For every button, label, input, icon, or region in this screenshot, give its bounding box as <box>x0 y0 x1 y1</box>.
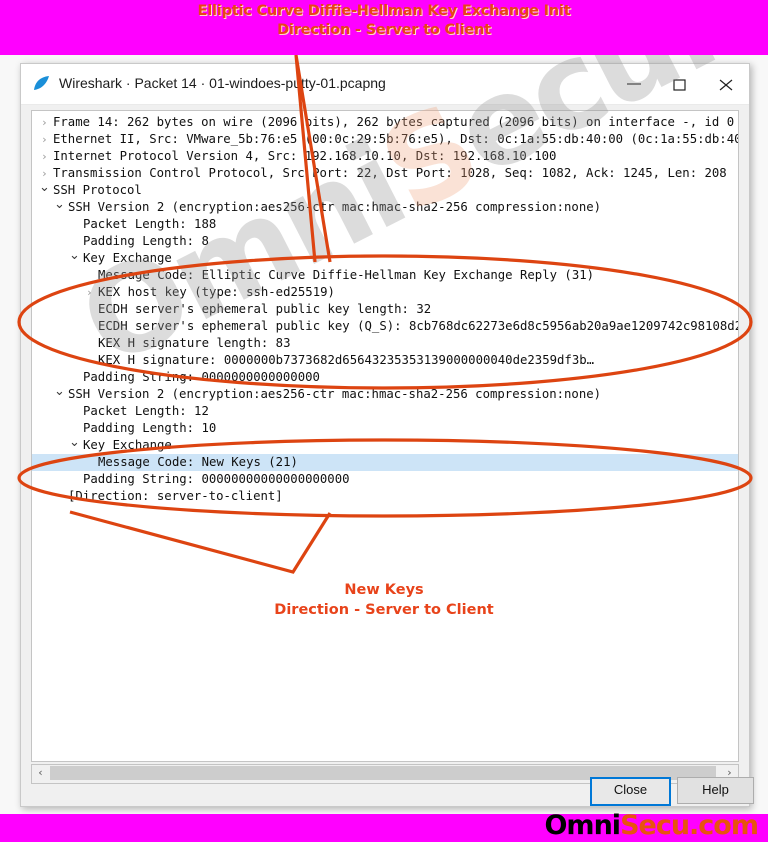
packet-tree-row-label: Packet Length: 188 <box>83 217 217 231</box>
packet-tree-row[interactable]: ⌄ Key Exchange <box>32 436 738 454</box>
packet-tree-row[interactable]: Packet Length: 188 <box>32 216 738 233</box>
wireshark-fin-icon <box>34 76 49 90</box>
footer-logo-secu: Secu.com <box>620 810 759 841</box>
packet-detail-pane[interactable]: › Frame 14: 262 bytes on wire (2096 bits)… <box>31 110 739 762</box>
chevron-right-icon[interactable]: › <box>38 114 51 131</box>
packet-tree-row-label: [Direction: server-to-client] <box>68 489 283 503</box>
packet-tree-row[interactable]: ⌄ SSH Version 2 (encryption:aes256-ctr ma… <box>32 198 738 216</box>
packet-tree-row-label: Key Exchange <box>83 438 172 452</box>
chevron-down-icon[interactable]: ⌄ <box>53 198 66 211</box>
packet-tree-row[interactable]: Padding Length: 10 <box>32 420 738 437</box>
chevron-down-icon[interactable]: ⌄ <box>68 249 81 262</box>
packet-tree-row-label: Packet Length: 12 <box>83 404 209 418</box>
packet-tree-row[interactable]: Packet Length: 12 <box>32 403 738 420</box>
scroll-left-arrow-icon[interactable]: ‹ <box>32 765 49 781</box>
chevron-down-icon[interactable]: ⌄ <box>38 181 51 194</box>
bottom-annotation-line-1: New Keys <box>344 582 424 598</box>
packet-tree-row-label: Internet Protocol Version 4, Src: 192.16… <box>53 149 557 163</box>
packet-tree-row-label: Frame 14: 262 bytes on wire (2096 bits),… <box>53 115 735 129</box>
minimize-icon <box>627 83 641 85</box>
window-titlebar: Wireshark · Packet 14 · 01-windoes-putty… <box>21 64 749 105</box>
packet-tree-row[interactable]: › Internet Protocol Version 4, Src: 192.1… <box>32 148 738 165</box>
packet-tree-row[interactable]: › Ethernet II, Src: VMware_5b:76:e5 (00:0… <box>32 131 738 148</box>
packet-tree-row-label: KEX host key (type: ssh-ed25519) <box>98 285 335 299</box>
packet-tree-row-label: Transmission Control Protocol, Src Port:… <box>53 166 727 180</box>
packet-tree-row[interactable]: KEX H signature length: 83 <box>32 335 738 352</box>
chevron-right-icon[interactable]: › <box>83 284 96 301</box>
packet-detail-tree: › Frame 14: 262 bytes on wire (2096 bits)… <box>32 114 738 505</box>
packet-tree-row[interactable]: ECDH server's ephemeral public key (Q_S)… <box>32 318 738 335</box>
bottom-annotation-line-2: Direction - Server to Client <box>274 602 494 618</box>
packet-tree-row[interactable]: [Direction: server-to-client] <box>32 488 738 505</box>
packet-tree-row-label: ECDH server's ephemeral public key (Q_S)… <box>98 319 739 333</box>
packet-tree-row[interactable]: ⌄ SSH Protocol <box>32 181 738 199</box>
packet-tree-row-label: SSH Protocol <box>53 183 142 197</box>
packet-tree-row[interactable]: ⌄ Key Exchange <box>32 249 738 267</box>
close-icon <box>719 79 733 91</box>
packet-tree-row-label: KEX H signature: 0000000b7373682d6564323… <box>98 353 595 367</box>
packet-tree-row[interactable]: Message Code: New Keys (21) <box>32 454 738 471</box>
window-title: Wireshark · Packet 14 · 01-windoes-putty… <box>59 75 386 91</box>
top-annotation-line-1: Elliptic Curve Diffie-Hellman Key Exchan… <box>197 3 571 19</box>
packet-tree-row[interactable]: › KEX host key (type: ssh-ed25519) <box>32 284 738 301</box>
screenshot-root: Elliptic Curve Diffie-Hellman Key Exchan… <box>0 0 768 842</box>
packet-tree-row-label: Ethernet II, Src: VMware_5b:76:e5 (00:0c… <box>53 132 739 146</box>
packet-tree-row-label: Padding String: 0000000000000000 <box>83 370 320 384</box>
packet-tree-row-label: Message Code: Elliptic Curve Diffie-Hell… <box>98 268 595 282</box>
top-annotation-line-2: Direction - Server to Client <box>277 22 491 38</box>
packet-tree-row[interactable]: ECDH server's ephemeral public key lengt… <box>32 301 738 318</box>
packet-tree-row[interactable]: › Frame 14: 262 bytes on wire (2096 bits)… <box>32 114 738 131</box>
footer-logo-omni: Omni <box>544 810 621 841</box>
packet-tree-row-label: Padding String: 00000000000000000000 <box>83 472 350 486</box>
packet-tree-row-label: SSH Version 2 (encryption:aes256-ctr mac… <box>68 200 602 214</box>
top-annotation-banner: Elliptic Curve Diffie-Hellman Key Exchan… <box>0 0 768 55</box>
omnisecu-footer-logo: OmniSecu.com <box>544 810 759 841</box>
wireshark-packet-window: Wireshark · Packet 14 · 01-windoes-putty… <box>20 63 754 807</box>
maximize-icon <box>673 79 686 91</box>
packet-tree-row-label: Message Code: New Keys (21) <box>98 455 298 469</box>
maximize-button[interactable] <box>657 64 703 104</box>
packet-tree-row-label: SSH Version 2 (encryption:aes256-ctr mac… <box>68 387 602 401</box>
packet-tree-row-label: Padding Length: 8 <box>83 234 209 248</box>
help-button[interactable]: Help <box>677 777 754 804</box>
packet-tree-row[interactable]: Message Code: Elliptic Curve Diffie-Hell… <box>32 267 738 284</box>
chevron-right-icon[interactable]: › <box>38 148 51 165</box>
packet-tree-row[interactable]: Padding Length: 8 <box>32 233 738 250</box>
packet-tree-row-label: KEX H signature length: 83 <box>98 336 291 350</box>
close-window-button[interactable] <box>703 64 749 104</box>
minimize-button[interactable] <box>611 64 657 104</box>
packet-tree-row-label: Padding Length: 10 <box>83 421 217 435</box>
packet-tree-row[interactable]: › Transmission Control Protocol, Src Port… <box>32 165 738 182</box>
chevron-down-icon[interactable]: ⌄ <box>53 385 66 398</box>
packet-tree-row-label: Key Exchange <box>83 251 172 265</box>
chevron-right-icon[interactable]: › <box>38 131 51 148</box>
packet-tree-row[interactable]: Padding String: 0000000000000000 <box>32 369 738 386</box>
packet-tree-row[interactable]: ⌄ SSH Version 2 (encryption:aes256-ctr ma… <box>32 385 738 403</box>
packet-tree-row[interactable]: Padding String: 00000000000000000000 <box>32 471 738 488</box>
chevron-down-icon[interactable]: ⌄ <box>68 436 81 449</box>
packet-tree-row-label: ECDH server's ephemeral public key lengt… <box>98 302 432 316</box>
packet-tree-row[interactable]: KEX H signature: 0000000b7373682d6564323… <box>32 352 738 369</box>
close-button[interactable]: Close <box>590 777 671 806</box>
